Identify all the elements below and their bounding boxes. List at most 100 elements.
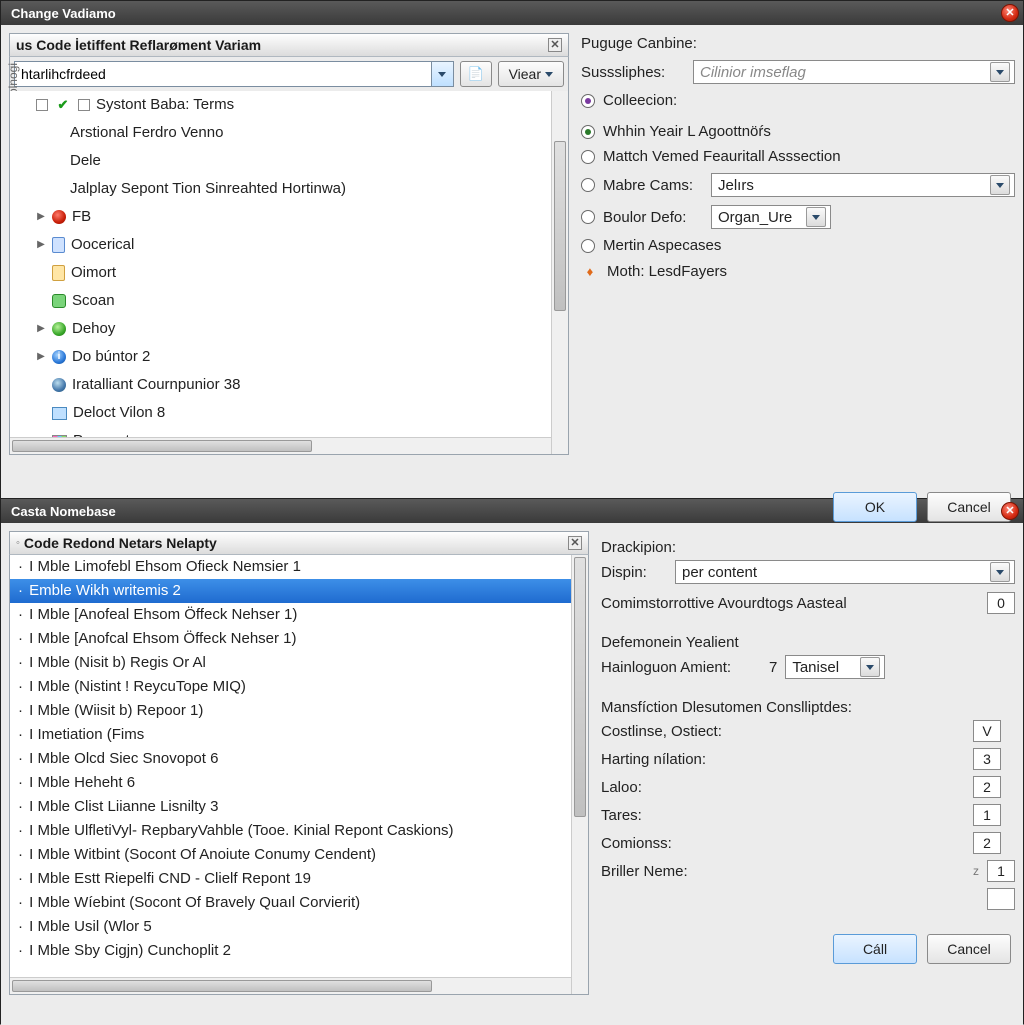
num-hainloguon: 7 <box>769 659 777 676</box>
dropdown-button[interactable] <box>990 562 1010 582</box>
setting-value[interactable]: 1 <box>973 804 1001 826</box>
pdf-icon-button[interactable]: 📄 <box>460 61 492 87</box>
list-item[interactable]: · I Mble Clist Liianne Lisnilty 3 <box>10 795 588 819</box>
dropdown-button[interactable] <box>860 657 880 677</box>
scrollbar-vertical[interactable] <box>571 555 588 994</box>
search-dropdown-button[interactable] <box>431 62 453 86</box>
list-item[interactable]: · I Mble Sby Cigjn) Cunchoplit 2 <box>10 939 588 963</box>
dropdown-button[interactable] <box>990 62 1010 82</box>
tree-item[interactable]: Iratalliant Cournpunior 38 <box>10 371 568 399</box>
setting-label: Costlinse, Ostiect: <box>601 723 963 740</box>
select-hainloguon[interactable]: Tanisel <box>785 655 885 679</box>
tree-item[interactable]: Deloct Vilon 8 <box>10 399 568 427</box>
button-row-2: Cáll Cancel <box>601 930 1015 972</box>
list-item[interactable]: · I Mble Limofebl Ehsom Ofieck Nemsier 1 <box>10 555 588 579</box>
tree-item[interactable]: ▶Oocerical <box>10 231 568 259</box>
cancel-label: Cancel <box>947 499 991 515</box>
list-item[interactable]: · I Mble Wíebint (Socont Of Bravely Quaı… <box>10 891 588 915</box>
tree-item[interactable]: ▶ FB <box>10 203 568 231</box>
panel-close-icon[interactable]: ✕ <box>548 38 562 52</box>
panel-close-icon[interactable]: ✕ <box>568 536 582 550</box>
value-comimst[interactable]: 0 <box>987 592 1015 614</box>
chevron-down-icon <box>996 183 1004 188</box>
green-icon <box>52 294 66 308</box>
tree-item-label: FB <box>72 205 91 229</box>
expander-icon[interactable]: ▶ <box>36 212 46 222</box>
tree-item[interactable]: Jalplay Sepont Tion Sinreahted Hortinwa) <box>10 175 568 203</box>
search-combo[interactable] <box>14 61 454 87</box>
item-list[interactable]: · I Mble Limofebl Ehsom Ofieck Nemsier 1… <box>9 555 589 995</box>
label-dispin: Dispin: <box>601 564 667 581</box>
check-icon: ✔ <box>54 96 72 114</box>
setting-value[interactable]: V <box>973 720 1001 742</box>
tree-item[interactable]: ✔Systont Baba: Terms <box>10 91 568 119</box>
select-susssliphes[interactable]: Cilinior imseflag <box>693 60 1015 84</box>
radio-mabre[interactable] <box>581 178 595 192</box>
select-dispin[interactable]: per content <box>675 560 1015 584</box>
radio-match[interactable] <box>581 150 595 164</box>
tree-list[interactable]: ✔Systont Baba: TermsArstional Ferdro Ven… <box>9 91 569 455</box>
tree-item[interactable]: Arstional Ferdro Venno <box>10 119 568 147</box>
radio-mertin[interactable] <box>581 239 595 253</box>
list-item[interactable]: · I Mble [Anofcal Ehsom Öffeck Nehser 1) <box>10 627 588 651</box>
tree-item[interactable]: Oimort <box>10 259 568 287</box>
list-item-label: I Mble Wíebint (Socont Of Bravely Quaıl … <box>29 894 360 911</box>
setting-label: Comionss: <box>601 835 963 852</box>
list-item[interactable]: · I Mble UlfletiVyl- RepbaryVahble (Tooe… <box>10 819 588 843</box>
label-defemonein: Defemonein Yealient <box>601 634 1015 651</box>
scrollbar-horizontal[interactable] <box>10 437 551 454</box>
button-row-1: OK Cancel <box>581 488 1015 530</box>
select-boulor[interactable]: Organ_Ure <box>711 205 831 229</box>
call-button[interactable]: Cáll <box>833 934 917 964</box>
list-item[interactable]: · I Mble Olcd Siec Snovopot 6 <box>10 747 588 771</box>
prefix-text: z <box>973 864 979 878</box>
dropdown-button[interactable] <box>990 175 1010 195</box>
radio-colleecion[interactable] <box>581 94 595 108</box>
dropdown-button[interactable] <box>806 207 826 227</box>
search-input[interactable] <box>15 64 431 84</box>
close-icon[interactable]: ✕ <box>1001 502 1019 520</box>
list-item[interactable]: · I Mble Usil (Wlor 5 <box>10 915 588 939</box>
close-icon[interactable]: ✕ <box>1001 4 1019 22</box>
list-item[interactable]: · I Mble Witbint (Socont Of Anoiute Conu… <box>10 843 588 867</box>
tree-item[interactable]: ▶iDo búntor 2 <box>10 343 568 371</box>
doc-icon <box>52 237 65 253</box>
setting-value[interactable]: 3 <box>973 748 1001 770</box>
cancel-button[interactable]: Cancel <box>927 934 1011 964</box>
list-item[interactable]: · I Imetiation (Fims <box>10 723 588 747</box>
info-icon: i <box>52 350 66 364</box>
list-item[interactable]: · I Mble (Nisit b) Regis Or Al <box>10 651 588 675</box>
tree-item-label: Oimort <box>71 261 116 285</box>
select-mabre[interactable]: Jelırs <box>711 173 1015 197</box>
list-item[interactable]: · I Mble Heheht 6 <box>10 771 588 795</box>
list-item-label: I Mble Witbint (Socont Of Anoiute Conumy… <box>29 846 376 863</box>
ok-button[interactable]: OK <box>833 492 917 522</box>
tree-item[interactable]: Dele <box>10 147 568 175</box>
titlebar-1[interactable]: Change Vadiamo ✕ <box>1 1 1023 25</box>
tree-item[interactable]: Scoan <box>10 287 568 315</box>
scrollbar-vertical[interactable] <box>551 91 568 454</box>
value-extra[interactable] <box>987 888 1015 910</box>
setting-value[interactable]: 2 <box>973 832 1001 854</box>
expander-icon[interactable]: ▶ <box>36 240 46 250</box>
view-button[interactable]: Viear <box>498 61 564 87</box>
setting-value[interactable]: 1 <box>987 860 1015 882</box>
list-item[interactable]: · I Mble (Wiisit b) Repoor 1) <box>10 699 588 723</box>
expander-icon[interactable] <box>36 99 48 111</box>
expander-icon[interactable]: ▶ <box>36 324 46 334</box>
cancel-button[interactable]: Cancel <box>927 492 1011 522</box>
list-item[interactable]: · Emble Wikh writemis 2 <box>10 579 588 603</box>
panel-title-2: Code Redond Netars Nelapty <box>24 535 217 551</box>
list-item[interactable]: · I Mble (Nistint ! ReycuTope MIQ) <box>10 675 588 699</box>
tree-item-label: Arstional Ferdro Venno <box>70 121 223 145</box>
list-item[interactable]: · I Mble Estt Riepelfi CND - Clielf Repo… <box>10 867 588 891</box>
docy-icon <box>52 265 65 281</box>
radio-boulor[interactable] <box>581 210 595 224</box>
tree-item[interactable]: ▶Dehoy <box>10 315 568 343</box>
radio-whhin[interactable] <box>581 125 595 139</box>
scrollbar-horizontal[interactable] <box>10 977 571 994</box>
expander-icon[interactable]: ▶ <box>36 352 46 362</box>
setting-value[interactable]: 2 <box>973 776 1001 798</box>
list-item[interactable]: · I Mble [Anofeal Ehsom Öffeck Nehser 1) <box>10 603 588 627</box>
list-item-label: I Mble [Anofcal Ehsom Öffeck Nehser 1) <box>29 630 296 647</box>
